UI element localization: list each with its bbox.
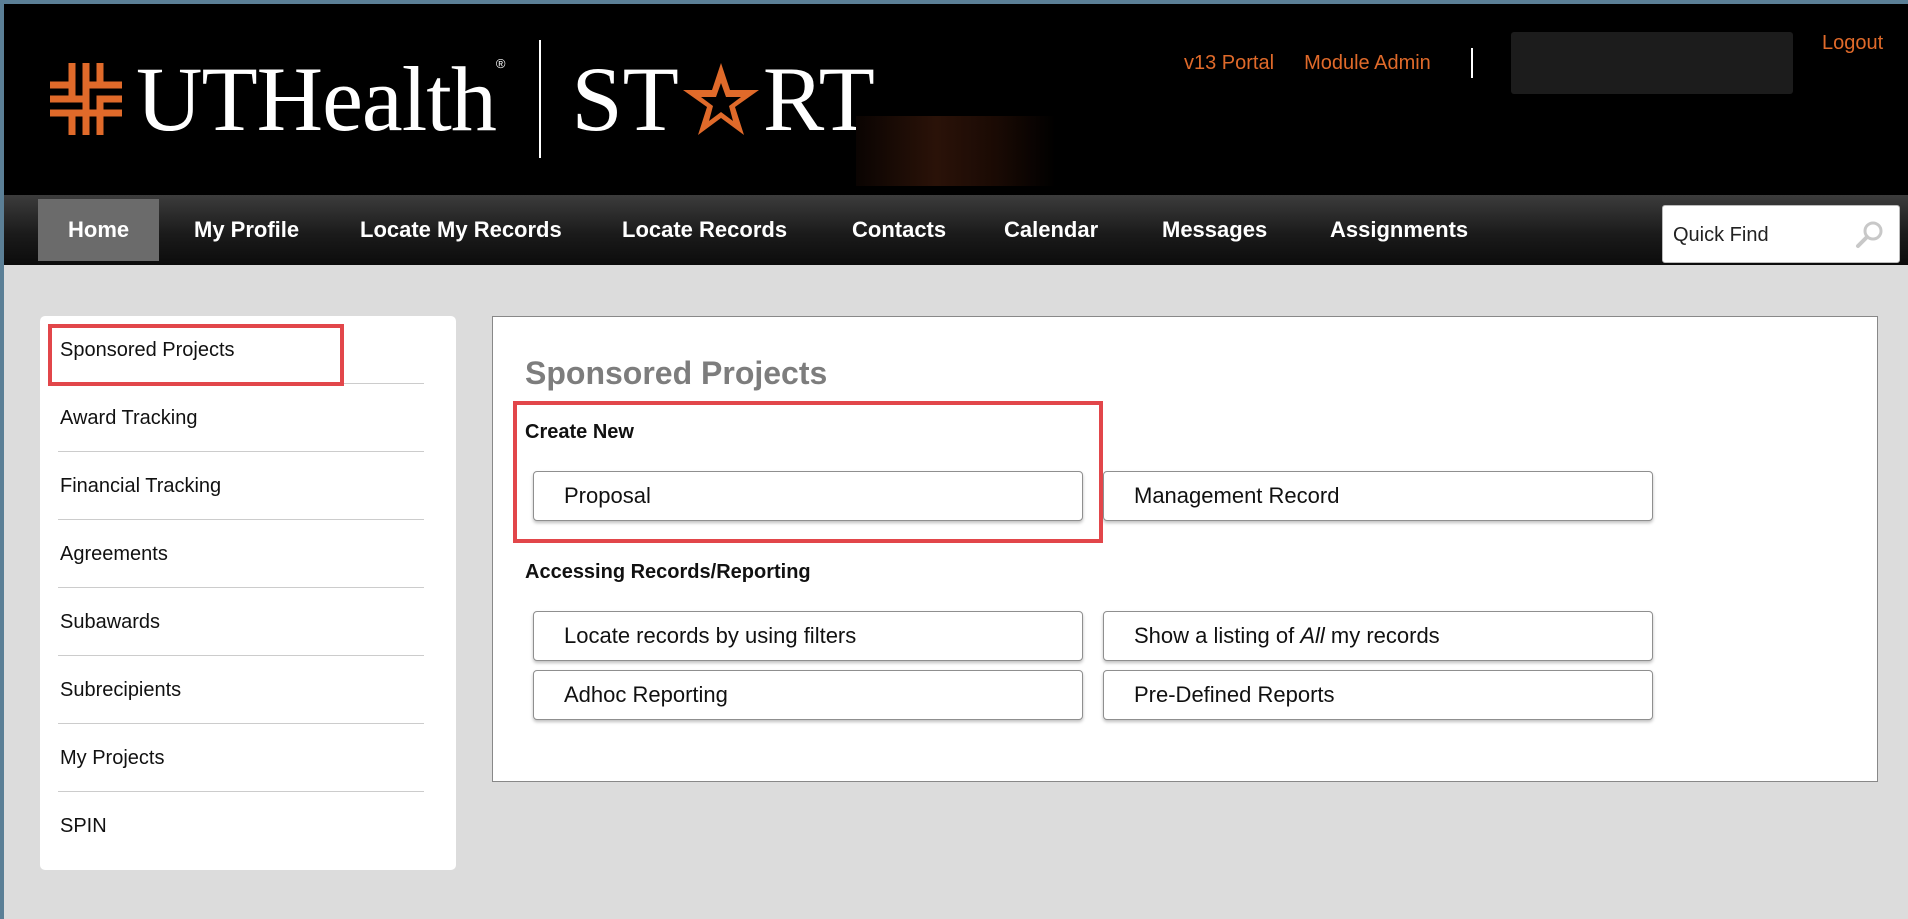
nav-locate-my-records[interactable]: Locate My Records (330, 199, 592, 261)
user-info-redacted (1510, 32, 1793, 94)
logo: UTHealth ® ST RT (46, 34, 875, 164)
v13-portal-link[interactable]: v13 Portal (1184, 52, 1274, 75)
highlight-box-sponsored-projects (48, 324, 344, 386)
nav-home[interactable]: Home (38, 199, 160, 261)
sidebar-item-subrecipients[interactable]: Subrecipients (58, 656, 424, 724)
adhoc-reporting-button[interactable]: Adhoc Reporting (533, 670, 1083, 720)
sidebar-item-agreements[interactable]: Agreements (58, 520, 424, 588)
page-title: Sponsored Projects (525, 355, 828, 391)
nav-calendar[interactable]: Calendar (974, 199, 1128, 261)
pre-defined-reports-button[interactable]: Pre-Defined Reports (1103, 670, 1653, 720)
search-icon[interactable] (1855, 220, 1885, 250)
logout-link[interactable]: Logout (1822, 32, 1883, 55)
sidebar-item-spin[interactable]: SPIN (58, 792, 424, 860)
logo-registered-mark: ® (495, 55, 506, 71)
proposal-button[interactable]: Proposal (533, 471, 1083, 521)
main-panel: Sponsored Projects Create New Proposal M… (492, 316, 1878, 782)
top-links-separator (1470, 48, 1473, 78)
management-record-button[interactable]: Management Record (1103, 471, 1653, 521)
star-icon (682, 63, 759, 135)
quick-find-box (1662, 205, 1900, 263)
sidebar: Sponsored Projects Award Tracking Financ… (40, 316, 456, 870)
show-all-records-label-end: my records (1324, 623, 1440, 648)
create-new-label: Create New (525, 421, 634, 443)
sidebar-item-award-tracking[interactable]: Award Tracking (58, 384, 424, 452)
module-admin-link[interactable]: Module Admin (1304, 52, 1431, 75)
sidebar-item-financial-tracking[interactable]: Financial Tracking (58, 452, 424, 520)
redacted-region (856, 116, 1056, 186)
header: UTHealth ® ST RT v13 Portal Module Admin… (4, 4, 1908, 195)
top-links: v13 Portal Module Admin (1184, 32, 1805, 94)
nav-messages[interactable]: Messages (1132, 199, 1297, 261)
accessing-records-label: Accessing Records/Reporting (525, 561, 811, 583)
quick-find-input[interactable] (1671, 212, 1855, 258)
show-all-records-label-start: Show a listing of (1134, 623, 1301, 648)
show-all-records-label-emphasis: All (1300, 623, 1325, 648)
logo-start-left-text: ST (571, 48, 679, 150)
sidebar-item-subawards[interactable]: Subawards (58, 588, 424, 656)
nav-locate-records[interactable]: Locate Records (592, 199, 817, 261)
logo-divider (539, 40, 542, 158)
uthealth-logo-icon (50, 63, 122, 135)
logo-uthealth-text: UTHealth (136, 48, 497, 150)
sidebar-item-my-projects[interactable]: My Projects (58, 724, 424, 792)
locate-records-filters-button[interactable]: Locate records by using filters (533, 611, 1083, 661)
show-all-records-button[interactable]: Show a listing of All my records (1103, 611, 1653, 661)
nav-contacts[interactable]: Contacts (822, 199, 976, 261)
nav-assignments[interactable]: Assignments (1300, 199, 1498, 261)
nav-my-profile[interactable]: My Profile (164, 199, 329, 261)
main-nav: Home My Profile Locate My Records Locate… (4, 195, 1908, 265)
app-frame: UTHealth ® ST RT v13 Portal Module Admin… (4, 4, 1908, 919)
logo-start: ST RT (571, 53, 874, 145)
